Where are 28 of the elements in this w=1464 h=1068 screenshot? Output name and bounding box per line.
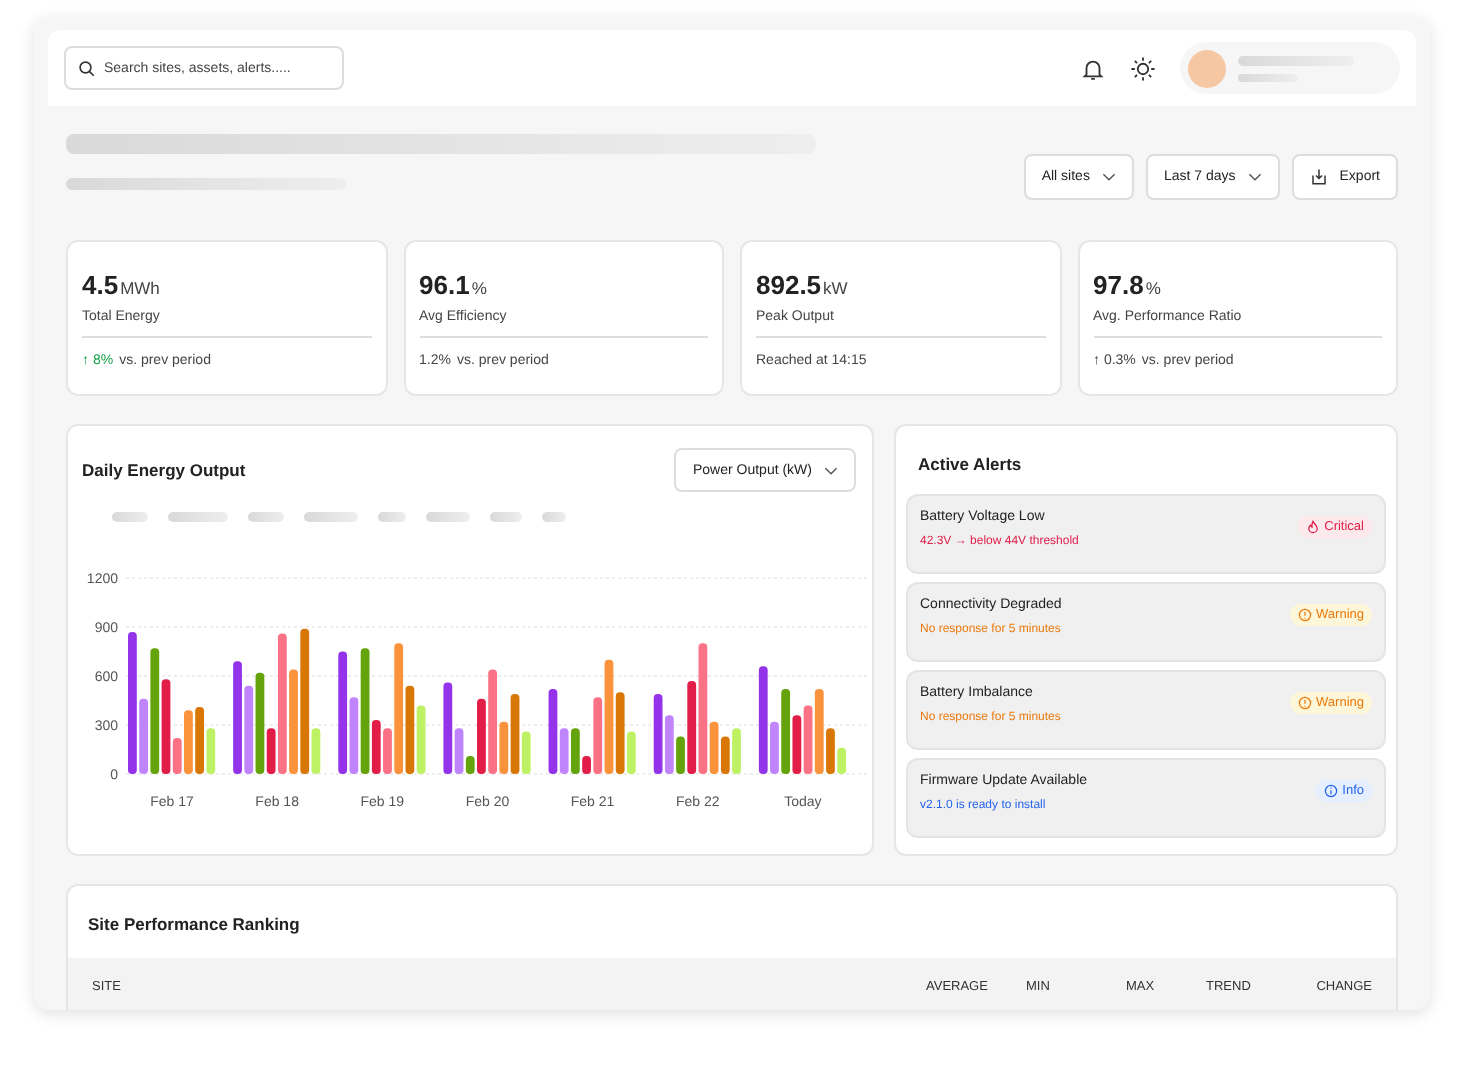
download-icon [1309,168,1328,186]
kpi-value: 97.8% [1093,268,1163,304]
chart-title: Daily Energy Output [82,460,246,480]
loading-placeholder [1238,55,1354,65]
flame-icon [1306,520,1321,534]
avatar [1188,49,1226,87]
loading-placeholder [490,511,522,521]
loading-placeholder [542,511,566,521]
alert-circle-icon [1298,608,1313,622]
table-title: Site Performance Ranking [86,912,302,938]
loading-placeholder [426,511,470,521]
kpi-value: 892.5 kW [756,268,850,304]
loading-placeholder [304,511,358,521]
chevron-down-icon [824,465,838,475]
alert-circle-icon [1298,696,1313,710]
search-icon [78,59,96,77]
kpi-value: 96.1% [419,268,489,304]
notification-bell-icon[interactable] [1080,55,1106,81]
kpi-value: 4.5MWh [82,268,162,304]
loading-placeholder [378,511,406,521]
loading-placeholder [112,511,148,521]
chevron-down-icon [1247,172,1262,182]
alerts-title: Active Alerts [916,452,1024,478]
loading-placeholder [248,511,284,521]
loading-placeholder [168,511,228,521]
info-icon [1324,784,1339,798]
chevron-down-icon [1101,172,1116,182]
sun-icon[interactable] [1130,55,1156,81]
